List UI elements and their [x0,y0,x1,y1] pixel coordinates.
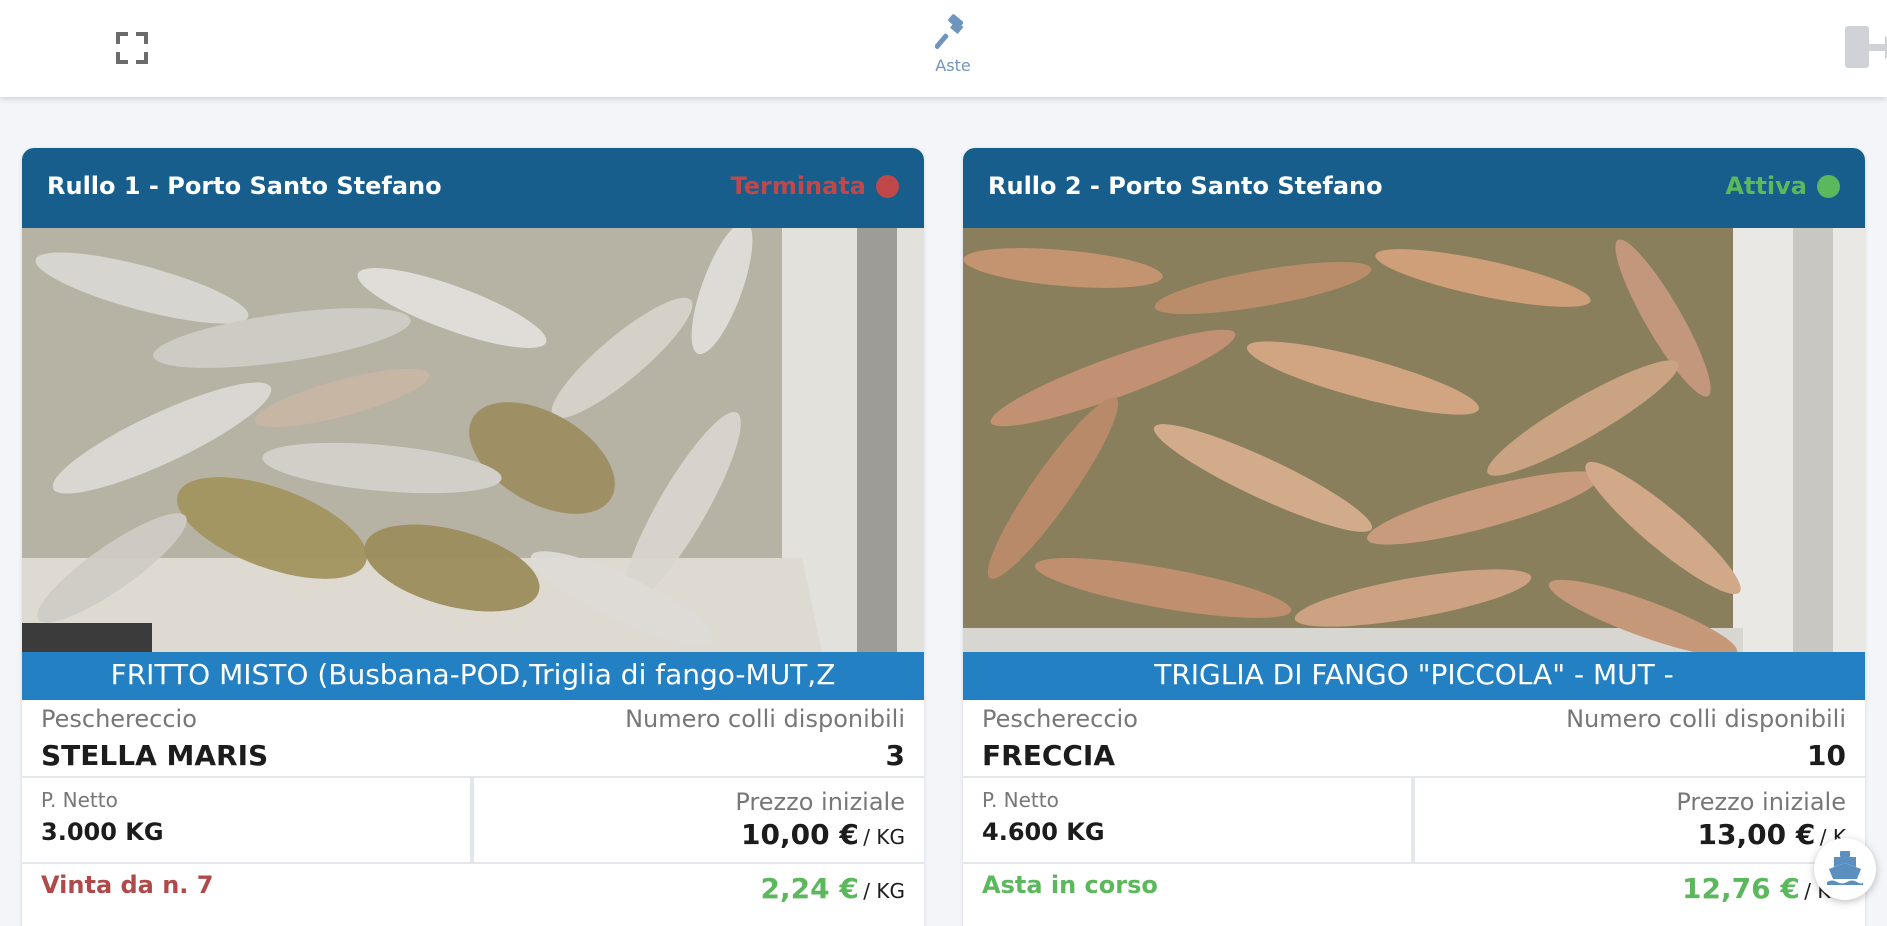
nav-label-aste: Aste [935,56,971,75]
card-header: Rullo 1 - Porto Santo Stefano Terminata [22,148,924,228]
product-name: FRITTO MISTO (Busbana-POD,Triglia di fan… [22,652,924,700]
divider [470,778,474,864]
divider [1411,778,1415,864]
colli-value: 3 [885,739,905,772]
boat-row: Peschereccio Numero colli disponibili FR… [963,700,1865,778]
current-price-value: 12,76 € [1682,872,1800,905]
card-header: Rullo 2 - Porto Santo Stefano Attiva [963,148,1865,228]
colli-label: Numero colli disponibili [625,705,905,733]
product-name: TRIGLIA DI FANGO "PICCOLA" - MUT - [963,652,1865,700]
colli-value: 10 [1807,739,1846,772]
price-row: P. Netto 4.600 KG Prezzo iniziale 13,00 … [963,778,1865,864]
gavel-icon [920,14,986,50]
current-price-unit: / KG [863,879,905,903]
status-dot [1817,174,1840,198]
auction-card-1[interactable]: Rullo 1 - Porto Santo Stefano Terminata [22,148,924,926]
status-badge: Terminata [731,172,899,200]
boat-row: Peschereccio Numero colli disponibili ST… [22,700,924,778]
status-badge: Attiva [1725,172,1840,200]
product-photo [22,228,924,652]
status-label: Attiva [1725,172,1807,200]
expand-icon[interactable] [112,28,152,68]
start-price-unit: / KG [863,825,905,849]
ship-button[interactable] [1814,838,1876,900]
logout-icon[interactable] [1843,24,1887,72]
start-price: 10,00 € / KG [741,818,905,851]
ship-icon [1825,847,1865,892]
result-label: Vinta da n. 7 [41,871,214,899]
result-row: Vinta da n. 7 2,24 € / KG [22,864,924,926]
card-title: Rullo 1 - Porto Santo Stefano [47,172,442,200]
netto-label: P. Netto [41,788,118,812]
product-photo [963,228,1865,652]
card-title: Rullo 2 - Porto Santo Stefano [988,172,1383,200]
status-label: Terminata [730,172,866,200]
result-label: Asta in corso [982,871,1158,899]
current-price: 2,24 € / KG [761,872,906,905]
colli-label: Numero colli disponibili [1566,705,1846,733]
boat-name: FRECCIA [982,739,1115,772]
start-price-label: Prezzo iniziale [1676,788,1846,816]
price-row: P. Netto 3.000 KG Prezzo iniziale 10,00 … [22,778,924,864]
nav-item-aste[interactable]: Aste [920,14,986,80]
netto-value: 3.000 KG [41,818,164,846]
current-price-value: 2,24 € [760,872,859,905]
boat-label: Peschereccio [41,705,197,733]
netto-label: P. Netto [982,788,1059,812]
start-price-value: 10,00 € [741,818,859,851]
auction-card-2[interactable]: Rullo 2 - Porto Santo Stefano Attiva TRI… [963,148,1865,926]
boat-label: Peschereccio [982,705,1138,733]
netto-value: 4.600 KG [982,818,1105,846]
status-dot [876,174,899,198]
result-row: Asta in corso 12,76 € / KG [963,864,1865,926]
start-price-value: 13,00 € [1697,818,1816,851]
top-bar: Aste [0,0,1887,97]
boat-name: STELLA MARIS [41,739,269,772]
start-price-label: Prezzo iniziale [735,788,905,816]
